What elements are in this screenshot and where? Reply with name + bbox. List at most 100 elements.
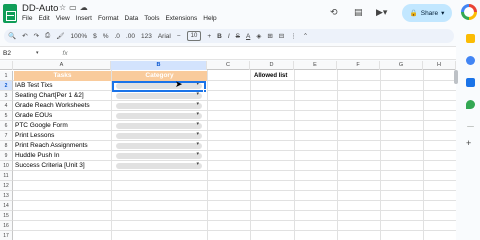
row-header-4[interactable]: 4 xyxy=(0,101,13,111)
allowed-list-label[interactable]: Allowed list xyxy=(254,73,287,79)
active-cell-selection[interactable] xyxy=(112,81,207,93)
category-dropdown-chip[interactable]: ▾ xyxy=(116,111,202,119)
spreadsheet-grid[interactable]: A B C D E F G H 1 2 3 4 5 6 7 8 9 10 11 … xyxy=(0,61,456,240)
add-addon-icon[interactable]: + xyxy=(466,138,475,148)
avatar[interactable] xyxy=(461,4,477,20)
collapse-toolbar-icon[interactable]: ⌃ xyxy=(303,32,308,40)
font-size-decrease-icon[interactable]: − xyxy=(177,33,181,40)
vertical-scrollbar[interactable] xyxy=(454,70,458,84)
row-header-13[interactable]: 13 xyxy=(0,191,13,201)
tasks-icon[interactable] xyxy=(466,56,475,65)
row-header-7[interactable]: 7 xyxy=(0,131,13,141)
increase-decimal-button[interactable]: .00 xyxy=(126,33,135,40)
row-header-6[interactable]: 6 xyxy=(0,121,13,131)
name-box[interactable]: B2 xyxy=(0,50,36,57)
category-dropdown-chip[interactable]: ▾ xyxy=(116,101,202,109)
row-header-15[interactable]: 15 xyxy=(0,211,13,221)
row-header-12[interactable]: 12 xyxy=(0,181,13,191)
row-header-2[interactable]: 2 xyxy=(0,81,13,91)
menu-tools[interactable]: Tools xyxy=(144,15,159,22)
column-header-b[interactable]: B xyxy=(111,61,207,70)
strikethrough-icon[interactable]: S xyxy=(236,33,240,40)
menu-help[interactable]: Help xyxy=(203,15,216,22)
menu-format[interactable]: Format xyxy=(98,15,119,22)
bold-icon[interactable]: B xyxy=(217,33,222,40)
row-header-11[interactable]: 11 xyxy=(0,171,13,181)
column-header-c[interactable]: C xyxy=(207,61,250,70)
task-cell[interactable]: Print Lessons xyxy=(15,131,54,141)
italic-icon[interactable]: I xyxy=(228,33,230,40)
menu-view[interactable]: View xyxy=(56,15,70,22)
category-dropdown-chip[interactable]: ▾ xyxy=(116,151,202,159)
select-all-corner[interactable] xyxy=(0,61,13,70)
cell-a1-tasks-header[interactable]: Tasks xyxy=(14,71,111,81)
redo-icon[interactable]: ↷ xyxy=(34,32,39,40)
meet-icon[interactable]: ▶▾ xyxy=(376,7,387,18)
borders-icon[interactable]: ⊞ xyxy=(267,32,272,40)
maps-icon[interactable] xyxy=(466,100,475,109)
keep-icon[interactable] xyxy=(466,34,475,43)
row-header-5[interactable]: 5 xyxy=(0,111,13,121)
zoom-select[interactable]: 100% xyxy=(70,33,87,40)
star-icon[interactable]: ☆ xyxy=(59,3,69,12)
task-cell[interactable]: PTC Google Form xyxy=(15,121,68,131)
search-menus-icon[interactable]: 🔍 xyxy=(8,32,16,40)
category-dropdown-chip[interactable]: ▾ xyxy=(116,131,202,139)
share-button[interactable]: 🔒 Share ▾ xyxy=(402,4,452,22)
more-formats-button[interactable]: 123 xyxy=(141,33,152,40)
menu-extensions[interactable]: Extensions xyxy=(165,15,197,22)
category-dropdown-chip[interactable]: ▾ xyxy=(116,141,202,149)
comments-icon[interactable]: ▤ xyxy=(354,7,363,18)
column-header-a[interactable]: A xyxy=(13,61,111,70)
more-options-icon[interactable]: ⋮ xyxy=(290,32,297,40)
paint-format-icon[interactable]: 🖌 xyxy=(56,32,64,40)
fill-color-icon[interactable]: ◈ xyxy=(256,32,261,40)
font-size-increase-icon[interactable]: + xyxy=(207,33,211,40)
undo-icon[interactable]: ↶ xyxy=(22,32,27,40)
task-cell[interactable]: Print Reach Assignments xyxy=(15,141,88,151)
fill-handle[interactable] xyxy=(203,89,207,93)
decrease-decimal-button[interactable]: .0 xyxy=(115,33,120,40)
cloud-status-icon[interactable]: ☁ xyxy=(80,3,91,12)
category-dropdown-chip[interactable]: ▾ xyxy=(116,161,202,169)
column-header-g[interactable]: G xyxy=(380,61,423,70)
task-cell[interactable]: Grade EOUs xyxy=(15,111,52,121)
row-header-9[interactable]: 9 xyxy=(0,151,13,161)
menu-insert[interactable]: Insert xyxy=(76,15,92,22)
category-dropdown-chip[interactable]: ▾ xyxy=(116,121,202,129)
task-cell[interactable]: Seating Chart[Per 1 &2] xyxy=(15,91,84,101)
name-box-dropdown-icon[interactable]: ▾ xyxy=(36,50,39,56)
row-header-3[interactable]: 3 xyxy=(0,91,13,101)
row-header-17[interactable]: 17 xyxy=(0,231,13,240)
menu-data[interactable]: Data xyxy=(125,15,139,22)
font-size-input[interactable]: 10 xyxy=(186,31,202,41)
menu-file[interactable]: File xyxy=(22,15,32,22)
move-folder-icon[interactable]: ▭ xyxy=(69,3,80,12)
merge-cells-icon[interactable]: ⊟ xyxy=(279,32,284,40)
menu-edit[interactable]: Edit xyxy=(38,15,49,22)
text-color-icon[interactable]: A xyxy=(246,33,250,40)
column-header-e[interactable]: E xyxy=(294,61,337,70)
percent-format-button[interactable]: % xyxy=(103,33,109,40)
contacts-icon[interactable] xyxy=(466,78,475,87)
sheets-logo-icon[interactable] xyxy=(3,4,17,23)
task-cell[interactable]: Grade Reach Worksheets xyxy=(15,101,90,111)
column-header-h[interactable]: H xyxy=(423,61,456,70)
column-header-d[interactable]: D xyxy=(250,61,294,70)
task-cell[interactable]: Success Criteria [Unit 3] xyxy=(15,161,85,171)
currency-format-button[interactable]: $ xyxy=(93,33,97,40)
row-header-14[interactable]: 14 xyxy=(0,201,13,211)
row-header-1[interactable]: 1 xyxy=(0,71,13,81)
task-cell[interactable]: Huddle Push In xyxy=(15,151,59,161)
row-header-10[interactable]: 10 xyxy=(0,161,13,171)
cell-b1-category-header[interactable]: Category xyxy=(112,71,207,81)
column-header-f[interactable]: F xyxy=(337,61,380,70)
row-header-16[interactable]: 16 xyxy=(0,221,13,231)
task-cell[interactable]: IAB Test Tixs xyxy=(15,81,52,91)
category-dropdown-chip[interactable]: ▾ xyxy=(116,91,202,99)
print-icon[interactable]: ⎙ xyxy=(45,32,50,40)
font-select[interactable]: Arial xyxy=(158,33,171,40)
history-icon[interactable]: ⟲ xyxy=(330,7,338,18)
row-header-8[interactable]: 8 xyxy=(0,141,13,151)
document-title[interactable]: DD-Auto xyxy=(22,3,58,14)
